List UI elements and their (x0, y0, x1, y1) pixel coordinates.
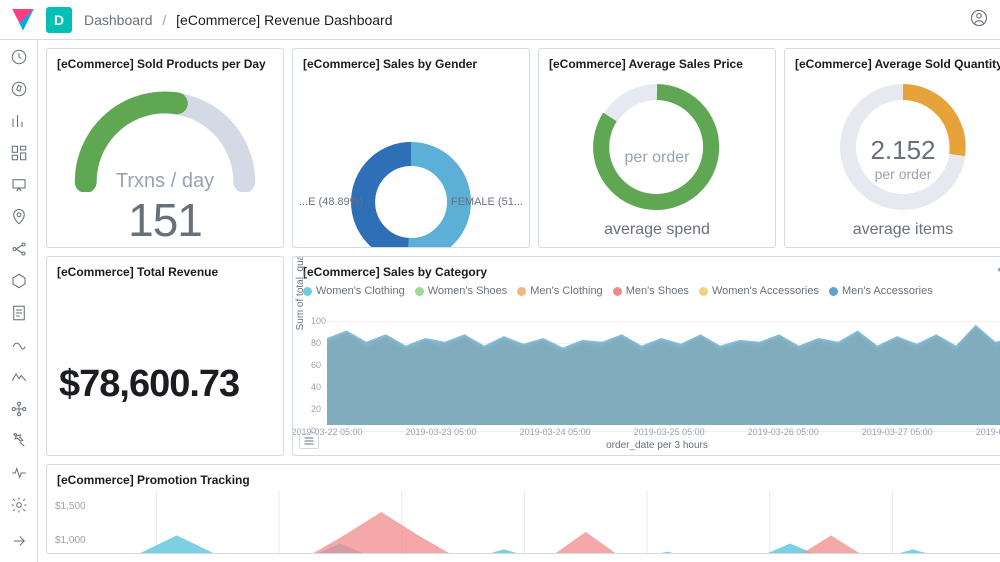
user-avatar-icon[interactable] (970, 15, 988, 30)
y-tick: 40 (311, 382, 321, 392)
panel-sales-by-gender: [eCommerce] Sales by Gender ...E (48.89%… (292, 48, 530, 248)
logs-icon[interactable] (10, 304, 28, 322)
panel-average-sold-quantity: [eCommerce] Average Sold Quantity 2.152 … (784, 48, 1000, 248)
ring-value: 2.152 (785, 135, 1000, 166)
x-tick: 2019-03-23 05:00 (406, 427, 477, 437)
x-tick: 2019-03-28 05:00 (976, 427, 1000, 437)
monitoring-icon[interactable] (10, 464, 28, 482)
management-icon[interactable] (10, 496, 28, 514)
total-revenue-value: $78,600.73 (59, 363, 239, 406)
gauge-value: 151 (128, 193, 202, 247)
donut-chart: ...E (48.89%) FEMALE (51... (293, 103, 529, 248)
x-axis-label: order_date per 3 hours (293, 440, 1000, 451)
breadcrumb: Dashboard / [eCommerce] Revenue Dashboar… (84, 12, 393, 28)
dashboard-content: [eCommerce] Sold Products per Day Trxns … (38, 40, 1000, 562)
dev-tools-icon[interactable] (10, 432, 28, 450)
panel-title: [eCommerce] Sales by Category (293, 257, 1000, 283)
legend-toggle-button[interactable] (299, 433, 319, 449)
ring-sub: per order (785, 166, 1000, 182)
app-badge[interactable]: D (46, 7, 72, 33)
donut-label-male: ...E (48.89%) (299, 196, 363, 208)
donut-label-female: FEMALE (51... (451, 196, 523, 208)
y-tick: 60 (311, 360, 321, 370)
metric-chart: $78,600.73 (47, 285, 283, 456)
panel-title: [eCommerce] Average Sold Quantity (785, 49, 1000, 75)
collapse-sidebar-icon[interactable] (10, 532, 28, 550)
discover-icon[interactable] (10, 80, 28, 98)
gauge-chart: Trxns / day 151 (47, 77, 283, 247)
ml-icon[interactable] (10, 240, 28, 258)
panel-sales-by-category: [eCommerce] Sales by Category ••• Women'… (292, 256, 1000, 456)
y-tick: $1,500 (55, 501, 86, 512)
x-tick: 2019-03-26 05:00 (748, 427, 819, 437)
visualize-icon[interactable] (10, 112, 28, 130)
area-chart: Sum of total_quantity 0204 (293, 281, 1000, 455)
canvas-icon[interactable] (10, 176, 28, 194)
dashboard-icon[interactable] (10, 144, 28, 162)
panel-title: [eCommerce] Total Revenue (47, 257, 283, 283)
apm-icon[interactable] (10, 336, 28, 354)
panel-title: [eCommerce] Promotion Tracking (47, 465, 1000, 491)
maps-icon[interactable] (10, 208, 28, 226)
breadcrumb-root[interactable]: Dashboard (84, 12, 153, 28)
graph-icon[interactable] (10, 400, 28, 418)
ring-chart: per order average spend (539, 77, 775, 248)
y-tick: 20 (311, 404, 321, 414)
y-axis-label: Sum of total_quantity (295, 256, 306, 330)
y-tick: 100 (311, 316, 326, 326)
y-tick: 80 (311, 338, 321, 348)
x-tick: 2019-03-27 05:00 (862, 427, 933, 437)
top-bar: D Dashboard / [eCommerce] Revenue Dashbo… (0, 0, 1000, 40)
uptime-icon[interactable] (10, 368, 28, 386)
panel-sold-per-day: [eCommerce] Sold Products per Day Trxns … (46, 48, 284, 248)
panel-title: [eCommerce] Sold Products per Day (47, 49, 283, 75)
area-chart: $1,500 $1,000 (47, 491, 1000, 554)
x-tick: 2019-03-24 05:00 (520, 427, 591, 437)
y-tick: $1,000 (55, 535, 86, 546)
recent-icon[interactable] (10, 48, 28, 66)
breadcrumb-separator: / (162, 12, 166, 28)
panel-average-sales-price: [eCommerce] Average Sales Price per orde… (538, 48, 776, 248)
panel-promotion-tracking: [eCommerce] Promotion Tracking $1,500$1,… (46, 464, 1000, 554)
x-tick: 2019-03-25 05:00 (634, 427, 705, 437)
kibana-logo-icon[interactable] (12, 9, 34, 31)
sidebar (0, 40, 38, 562)
panel-title: [eCommerce] Sales by Gender (293, 49, 529, 75)
breadcrumb-current: [eCommerce] Revenue Dashboard (176, 12, 392, 28)
panel-title: [eCommerce] Average Sales Price (539, 49, 775, 75)
ring-caption: average spend (604, 221, 710, 239)
panel-total-revenue: [eCommerce] Total Revenue $78,600.73 (46, 256, 284, 456)
ring-caption: average items (853, 221, 954, 239)
gauge-label: Trxns / day (116, 170, 214, 193)
ring-chart: 2.152 per order average items (785, 77, 1000, 248)
infra-icon[interactable] (10, 272, 28, 290)
ring-sub: per order (539, 149, 775, 167)
